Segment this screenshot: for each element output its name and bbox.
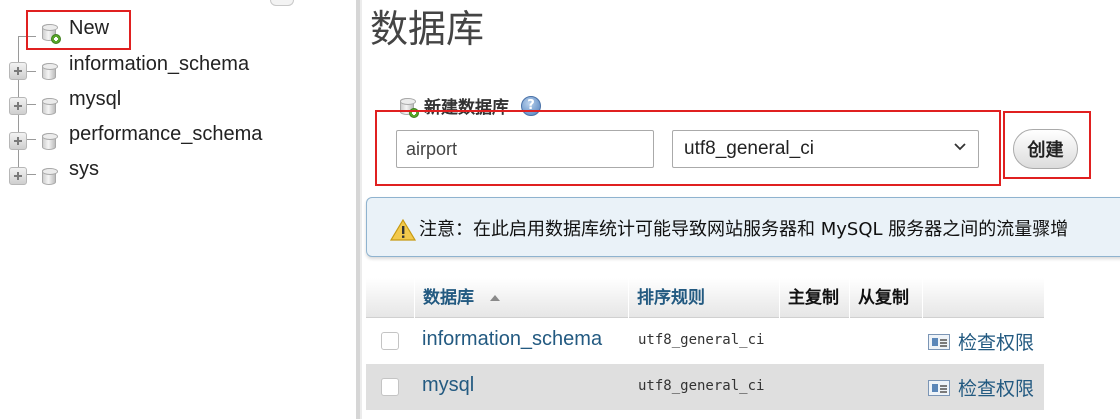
collation-selected-value: utf8_general_ci — [684, 138, 814, 159]
table-row: mysql utf8_general_ci 检查权限 — [366, 364, 1044, 410]
privileges-icon — [928, 333, 950, 350]
database-name-link[interactable]: information_schema — [422, 328, 602, 351]
database-name-link[interactable]: mysql — [422, 374, 474, 397]
column-header-master-replication: 主复制 — [779, 278, 852, 318]
help-icon[interactable]: ? — [521, 95, 541, 116]
column-header-slave-replication: 从复制 — [849, 278, 922, 318]
row-checkbox[interactable] — [381, 332, 399, 350]
expand-icon[interactable] — [9, 97, 27, 115]
nav-item-performance-schema[interactable]: performance_schema — [0, 123, 300, 154]
collapse-handle[interactable] — [270, 0, 294, 6]
warning-icon — [390, 219, 416, 241]
database-collation: utf8_general_ci — [638, 378, 765, 394]
column-header-database[interactable]: 数据库 — [414, 278, 628, 318]
column-header-collation[interactable]: 排序规则 — [628, 278, 779, 318]
new-database-icon — [40, 22, 61, 44]
column-header-actions — [922, 278, 1044, 318]
nav-item-label[interactable]: information_schema — [69, 53, 249, 76]
create-database-button[interactable]: 创建 — [1013, 129, 1078, 169]
expand-icon[interactable] — [9, 62, 27, 80]
nav-item-label[interactable]: sys — [69, 158, 99, 181]
nav-item-mysql[interactable]: mysql — [0, 88, 300, 119]
navigation-panel: New information_schema mysql performance… — [0, 0, 356, 419]
page-title: 数据库 — [370, 7, 485, 51]
collation-select[interactable]: utf8_general_ci — [672, 130, 979, 168]
main-content: 数据库 新建数据库 ? utf8_general_ci 创建 注意：在此启用数据… — [362, 0, 1120, 419]
nav-item-label[interactable]: mysql — [69, 88, 121, 111]
notice-banner: 注意：在此启用数据库统计可能导致网站服务器和 MySQL 服务器之间的流量骤增 — [366, 197, 1120, 257]
privileges-icon — [928, 379, 950, 396]
database-icon — [40, 61, 58, 81]
expand-icon[interactable] — [9, 167, 27, 185]
check-privileges-link[interactable]: 检查权限 — [928, 328, 1034, 355]
nav-item-sys[interactable]: sys — [0, 158, 300, 189]
nav-item-label[interactable]: performance_schema — [69, 123, 262, 146]
nav-new-database[interactable]: New — [69, 17, 109, 40]
expand-icon[interactable] — [9, 132, 27, 150]
database-collation: utf8_general_ci — [638, 332, 765, 348]
check-privileges-label[interactable]: 检查权限 — [958, 328, 1034, 355]
database-icon — [40, 96, 58, 116]
table-row: information_schema utf8_general_ci 检查权限 — [366, 318, 1044, 364]
new-database-icon — [398, 96, 419, 118]
table-header: 数据库 排序规则 主复制 从复制 — [366, 278, 1044, 318]
database-icon — [40, 131, 58, 151]
chevron-down-icon — [954, 143, 966, 151]
database-icon — [40, 166, 58, 186]
create-database-legend: 新建数据库 ? — [398, 93, 541, 118]
check-privileges-link[interactable]: 检查权限 — [928, 374, 1034, 401]
nav-item-information-schema[interactable]: information_schema — [0, 53, 300, 84]
row-checkbox[interactable] — [381, 378, 399, 396]
database-name-input[interactable] — [396, 130, 654, 168]
tree-connector — [18, 36, 36, 37]
create-database-label: 新建数据库 — [424, 98, 509, 118]
notice-text: 注意：在此启用数据库统计可能导致网站服务器和 MySQL 服务器之间的流量骤增 — [419, 219, 1069, 240]
check-privileges-label[interactable]: 检查权限 — [958, 374, 1034, 401]
sort-ascending-icon — [490, 295, 500, 301]
